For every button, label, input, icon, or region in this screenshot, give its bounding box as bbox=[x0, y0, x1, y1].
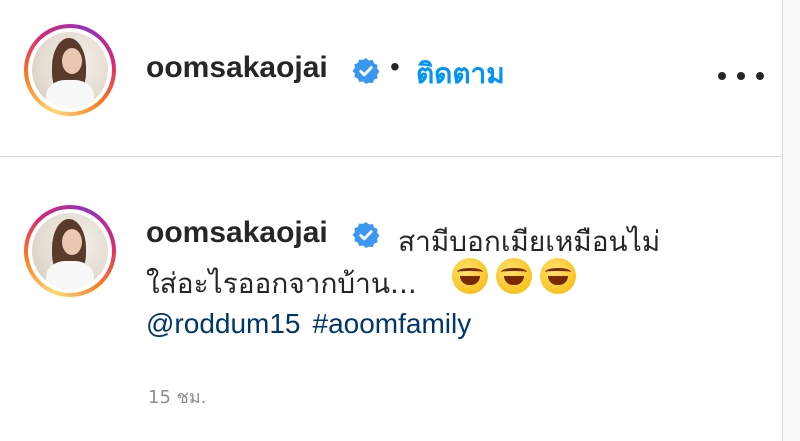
divider bbox=[0, 156, 782, 157]
more-options-icon[interactable] bbox=[718, 70, 764, 82]
comment-username-link[interactable]: oomsakaojai bbox=[146, 216, 328, 250]
profile-photo bbox=[32, 32, 108, 108]
hashtag-link[interactable]: #aoomfamily bbox=[313, 308, 472, 340]
post-header: oomsakaojai • ติดตาม bbox=[0, 0, 782, 152]
profile-photo bbox=[32, 213, 108, 289]
caption-text-line2: ใส่อะไรออกจากบ้าน... bbox=[146, 267, 417, 300]
laughing-emoji-icon bbox=[540, 258, 576, 294]
comment-avatar[interactable] bbox=[24, 205, 116, 297]
emoji-group bbox=[452, 258, 576, 294]
separator-dot: • bbox=[390, 51, 400, 82]
laughing-emoji-icon bbox=[496, 258, 532, 294]
username-link[interactable]: oomsakaojai bbox=[146, 51, 328, 85]
avatar[interactable] bbox=[24, 24, 116, 116]
window-edge bbox=[782, 0, 800, 441]
caption-tags: @roddum15 #aoomfamily bbox=[146, 308, 471, 340]
mention-link[interactable]: @roddum15 bbox=[146, 308, 301, 340]
follow-button[interactable]: ติดตาม bbox=[416, 52, 505, 96]
laughing-emoji-icon bbox=[452, 258, 488, 294]
verified-badge-icon bbox=[352, 222, 380, 248]
verified-badge-icon bbox=[352, 58, 380, 84]
post-timestamp[interactable]: 15 ชม. bbox=[148, 382, 206, 411]
